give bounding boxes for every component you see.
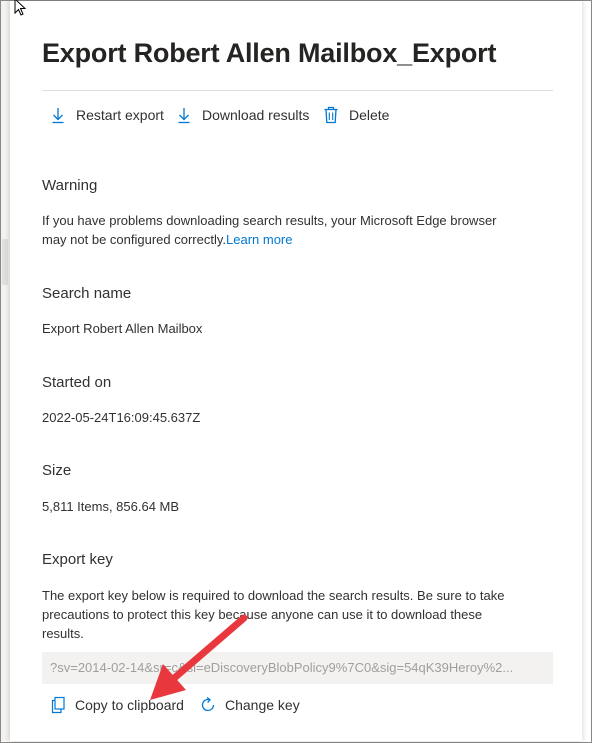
delete-button[interactable]: Delete xyxy=(323,105,389,125)
export-key-heading: Export key xyxy=(42,551,113,568)
page-title: Export Robert Allen Mailbox_Export xyxy=(42,38,497,68)
export-key-text-line1: The export key below is required to down… xyxy=(42,588,505,603)
background-page-edge xyxy=(1,1,10,741)
trash-icon xyxy=(324,106,338,124)
export-key-field[interactable]: ?sv=2014-02-14&sr=c&si=eDiscoveryBlobPol… xyxy=(42,652,553,684)
download-results-label: Download results xyxy=(202,107,310,123)
change-key-label: Change key xyxy=(225,697,300,713)
started-on-heading: Started on xyxy=(42,374,112,391)
restart-export-label: Restart export xyxy=(76,107,164,123)
warning-text-line1: If you have problems downloading search … xyxy=(42,213,497,228)
change-key-button[interactable]: Change key xyxy=(200,695,300,715)
download-results-button[interactable]: Download results xyxy=(176,105,309,125)
started-on-value: 2022-05-24T16:09:45.637Z xyxy=(42,410,201,425)
mouse-pointer-icon xyxy=(14,0,26,16)
search-name-value: Export Robert Allen Mailbox xyxy=(42,321,203,336)
size-heading: Size xyxy=(42,462,72,479)
copy-to-clipboard-button[interactable]: Copy to clipboard xyxy=(50,695,184,715)
background-scroll-marker xyxy=(2,239,8,285)
size-value: 5,811 Items, 856.64 MB xyxy=(42,499,180,514)
copy-icon xyxy=(51,696,65,714)
restart-export-button[interactable]: Restart export xyxy=(50,105,164,125)
learn-more-link[interactable]: Learn more xyxy=(226,232,292,247)
search-name-heading: Search name xyxy=(42,285,132,302)
warning-heading: Warning xyxy=(42,177,98,194)
export-key-text-line2: precautions to protect this key because … xyxy=(42,607,483,622)
copy-to-clipboard-label: Copy to clipboard xyxy=(75,697,184,713)
warning-text-line2-body: may not be configured correctly. xyxy=(42,232,227,247)
command-bar: Restart export Download results Delete xyxy=(42,90,553,139)
download-arrow-icon xyxy=(178,108,190,124)
delete-label: Delete xyxy=(349,107,390,123)
refresh-icon xyxy=(201,696,215,712)
download-arrow-icon xyxy=(52,108,64,124)
warning-text-line2: may not be configured correctly.Learn mo… xyxy=(42,230,293,249)
export-key-text-line3: results. xyxy=(42,626,84,641)
